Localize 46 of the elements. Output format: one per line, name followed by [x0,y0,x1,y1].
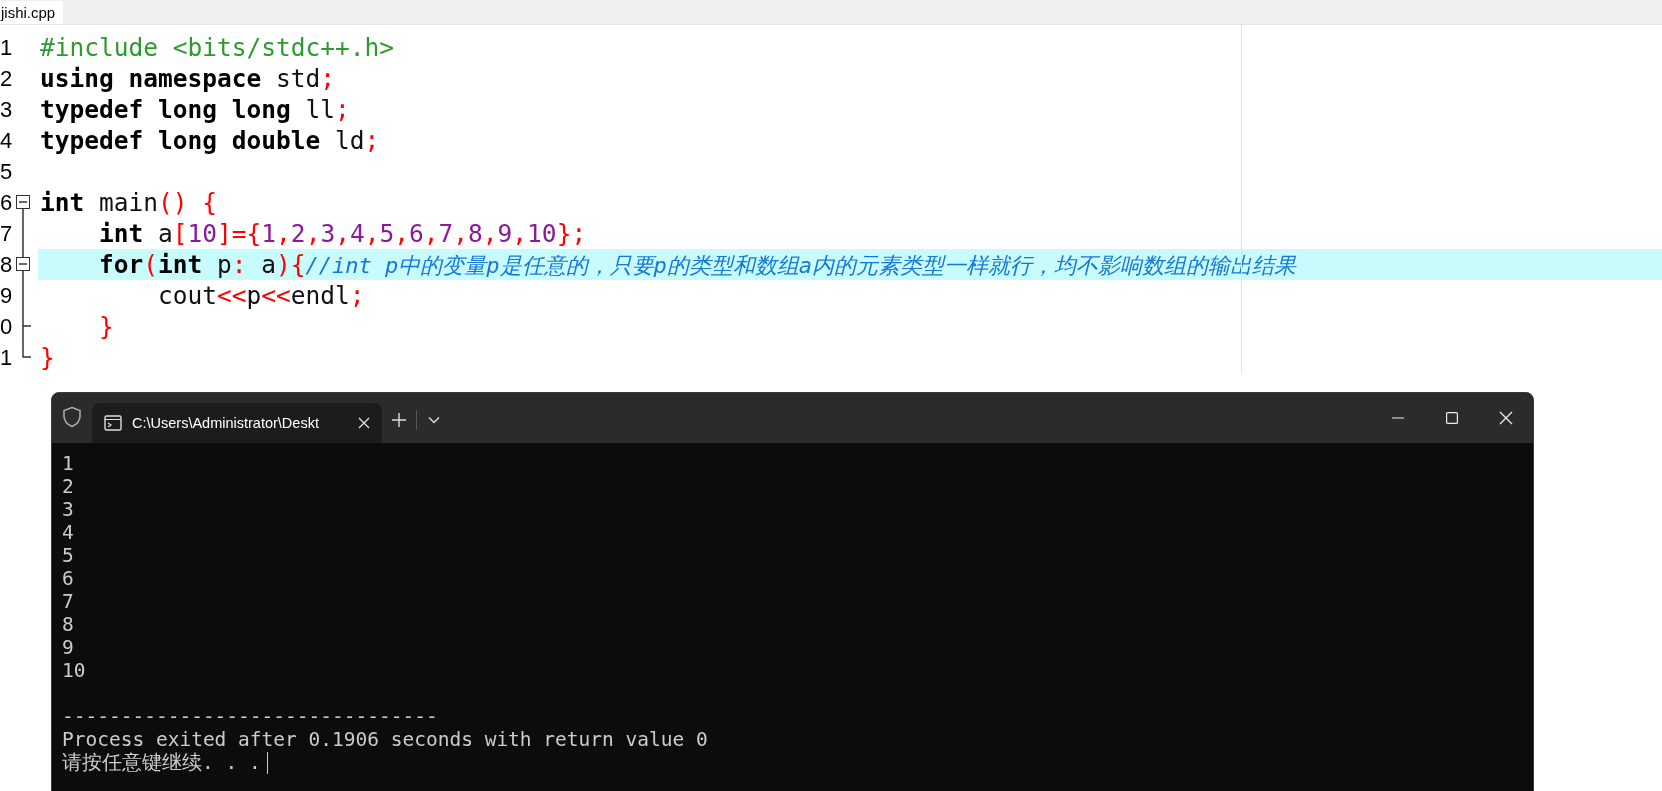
close-icon [1499,411,1513,425]
line-number: 1 [0,34,12,61]
output-line: 1 [62,452,74,475]
minimize-icon [1392,417,1404,419]
exit-status: Process exited after 0.1906 seconds with return value 0 [62,728,708,751]
line-number: 9 [0,282,12,309]
line-number: 3 [0,96,12,123]
code-line: } [98,311,115,342]
maximize-icon [1446,412,1458,424]
output-line: 7 [62,590,74,613]
line-number: 0 [0,313,12,340]
output-line: 6 [62,567,74,590]
plus-icon [392,413,406,427]
text-cursor [266,751,269,774]
file-tab[interactable]: jishi.cpp [0,1,64,24]
code-line: cout<<p<<endl; [157,280,366,311]
code-line: } [39,342,56,373]
output-line: 2 [62,475,74,498]
line-number: 5 [0,158,12,185]
code-line: using namespace std; [39,63,337,94]
chevron-down-icon [428,416,440,424]
code-line: typedef long long ll; [39,94,351,125]
line-number: 4 [0,127,12,154]
output-line: 5 [62,544,74,567]
line-number: 8 [0,251,12,278]
fold-guide-icon [22,218,24,249]
output-line: 3 [62,498,74,521]
code-line: #include <bits/stdc++.h> [39,32,395,63]
close-icon[interactable] [358,417,370,429]
output-line: 4 [62,521,74,544]
line-number: 2 [0,65,12,92]
line-number: 7 [0,220,12,247]
code-line: int main() { [39,187,219,218]
fold-toggle-icon[interactable] [16,249,30,280]
output-line: 9 [62,636,74,659]
shield-icon [62,406,82,428]
line-number: 1 [0,344,12,371]
output-line: 8 [62,613,74,636]
separator-line: -------------------------------- [62,705,438,728]
terminal-tab[interactable]: C:\Users\Administrator\Deskt [92,403,382,443]
code-line: typedef long double ld; [39,125,381,156]
continue-prompt: 请按任意键继续. . . [62,751,261,774]
console-icon [104,415,122,431]
code-line: int a[10]={1,2,3,4,5,6,7,8,9,10}; [98,218,588,249]
line-number: 6 [0,189,12,216]
output-line: 10 [62,659,86,682]
